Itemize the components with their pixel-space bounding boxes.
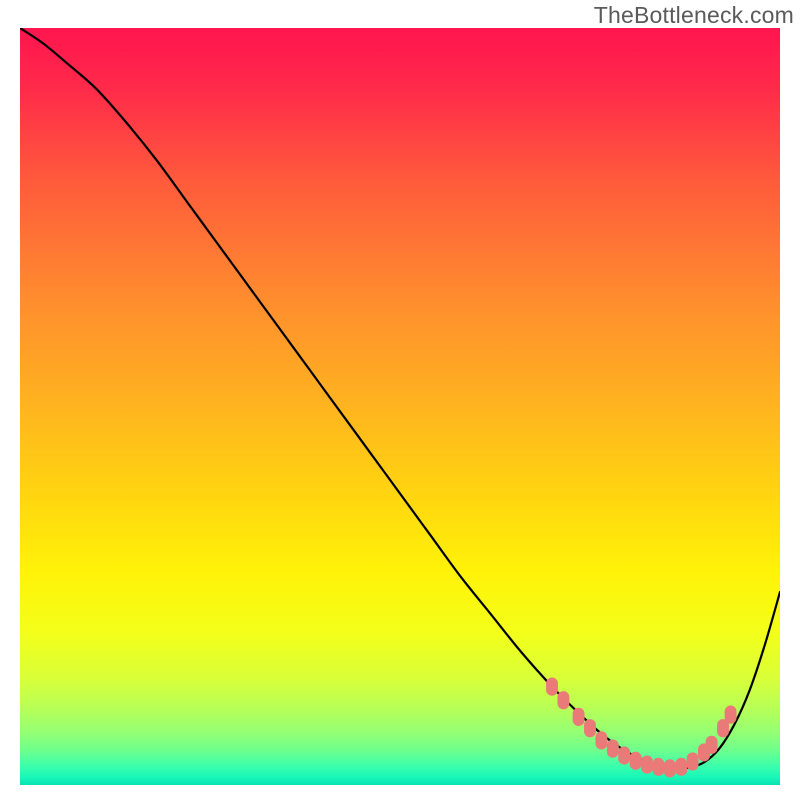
highlight-dot — [584, 719, 596, 737]
highlight-dot — [618, 746, 630, 764]
highlight-dot — [675, 758, 687, 776]
highlight-dot — [641, 755, 653, 773]
highlight-markers — [20, 28, 780, 785]
plot-area — [20, 28, 780, 785]
highlight-dot — [664, 759, 676, 777]
highlight-dot — [725, 706, 737, 724]
highlight-dot — [607, 740, 619, 758]
highlight-dot — [630, 752, 642, 770]
highlight-dot — [706, 736, 718, 754]
highlight-dot — [573, 708, 585, 726]
chart-frame: TheBottleneck.com — [0, 0, 800, 800]
watermark-text: TheBottleneck.com — [594, 2, 794, 29]
highlight-dot — [557, 691, 569, 709]
highlight-dot — [595, 731, 607, 749]
highlight-dot — [546, 677, 558, 695]
highlight-dot — [652, 758, 664, 776]
highlight-dot — [687, 752, 699, 770]
